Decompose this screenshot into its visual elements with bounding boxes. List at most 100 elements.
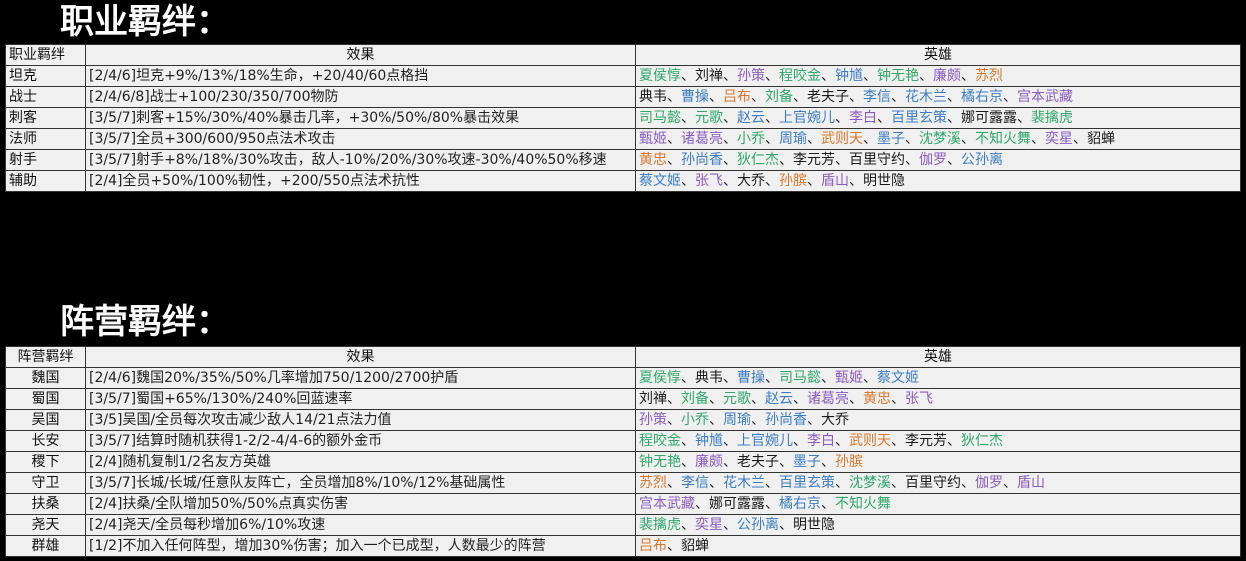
hero-name: 明世隐 — [793, 517, 835, 533]
separator: 、 — [1003, 89, 1017, 105]
hero-name: 小乔 — [737, 131, 765, 147]
bond-effect: [3/5/7]射手+8%/18%/30%攻击，敌人-10%/20%/30%攻速-… — [85, 149, 636, 171]
separator: 、 — [667, 391, 681, 407]
separator: 、 — [891, 89, 905, 105]
separator: 、 — [849, 89, 863, 105]
bond-name: 扶桑 — [5, 493, 86, 515]
separator: 、 — [849, 173, 863, 189]
bond-name: 魏国 — [5, 367, 86, 389]
separator: 、 — [947, 433, 961, 449]
hero-name: 吕布 — [639, 538, 667, 554]
bond-heroes: 刘禅、刘备、元歌、赵云、诸葛亮、黄忠、张飞 — [635, 388, 1241, 410]
bond-heroes: 苏烈、李信、花木兰、百里玄策、沈梦溪、百里守约、伽罗、盾山 — [635, 472, 1241, 494]
separator: 、 — [905, 131, 919, 147]
separator: 、 — [891, 433, 905, 449]
header-effect: 效果 — [85, 346, 636, 368]
bond-heroes: 钟无艳、廉颇、老夫子、墨子、孙膑 — [635, 451, 1241, 473]
bond-name: 蜀国 — [5, 388, 86, 410]
separator: 、 — [961, 68, 975, 84]
hero-name: 赵云 — [765, 391, 793, 407]
hero-name: 盾山 — [821, 173, 849, 189]
hero-name: 元歌 — [695, 110, 723, 126]
hero-name: 钟无艳 — [877, 68, 919, 84]
hero-name: 张飞 — [905, 391, 933, 407]
separator: 、 — [765, 173, 779, 189]
hero-name: 刘备 — [765, 89, 793, 105]
hero-name: 上官婉儿 — [737, 433, 793, 449]
bond-heroes: 甄姬、诸葛亮、小乔、周瑜、武则天、墨子、沈梦溪、不知火舞、奕星、貂蝉 — [635, 128, 1241, 150]
separator: 、 — [779, 517, 793, 533]
hero-name: 宫本武藏 — [639, 496, 695, 512]
hero-name: 孙策 — [639, 412, 667, 428]
separator: 、 — [681, 454, 695, 470]
bond-name: 守卫 — [5, 472, 86, 494]
hero-name: 老夫子 — [737, 454, 779, 470]
separator: 、 — [793, 391, 807, 407]
separator: 、 — [779, 152, 793, 168]
separator: 、 — [863, 131, 877, 147]
table-row: 长安 [3/5/7]结算时随机获得1-2/2-4/4-6的额外金币 程咬金、钟馗、上… — [5, 430, 1241, 452]
hero-name: 程咬金 — [779, 68, 821, 84]
hero-name: 蔡文姬 — [877, 370, 919, 386]
table-row: 吴国 [3/5]吴国/全员每次攻击减少敌人14/21点法力值 孙策、小乔、周瑜、孙尚… — [5, 409, 1241, 431]
hero-name: 赵云 — [737, 110, 765, 126]
bond-effect: [2/4]扶桑/全队增加50%/50%点真实伤害 — [85, 493, 636, 515]
hero-name: 大乔 — [737, 173, 765, 189]
hero-name: 李白 — [807, 433, 835, 449]
hero-name: 李信 — [681, 475, 709, 491]
class-bonds-title: 职业羁绊： — [60, 2, 230, 42]
bond-heroes: 裴擒虎、奕星、公孙离、明世隐 — [635, 514, 1241, 536]
separator: 、 — [667, 412, 681, 428]
separator: 、 — [765, 475, 779, 491]
separator: 、 — [835, 152, 849, 168]
separator: 、 — [807, 412, 821, 428]
hero-name: 沈梦溪 — [919, 131, 961, 147]
separator: 、 — [1003, 475, 1017, 491]
hero-name: 钟馗 — [835, 68, 863, 84]
hero-name: 李元芳 — [905, 433, 947, 449]
separator: 、 — [667, 152, 681, 168]
bond-effect: [2/4]尧天/全员每秒增加6%/10%攻速 — [85, 514, 636, 536]
hero-name: 诸葛亮 — [681, 131, 723, 147]
table-row: 稷下 [2/4]随机复制1/2名友方英雄 钟无艳、廉颇、老夫子、墨子、孙膑 — [5, 451, 1241, 473]
separator: 、 — [667, 89, 681, 105]
separator: 、 — [765, 131, 779, 147]
separator: 、 — [1073, 131, 1087, 147]
bond-heroes: 司马懿、元歌、赵云、上官婉儿、李白、百里玄策、娜可露露、裴擒虎 — [635, 107, 1241, 129]
hero-name: 甄姬 — [835, 370, 863, 386]
hero-name: 娜可露露 — [709, 496, 765, 512]
bond-effect: [3/5]吴国/全员每次攻击减少敌人14/21点法力值 — [85, 409, 636, 431]
hero-name: 李信 — [863, 89, 891, 105]
hero-name: 孙尚香 — [765, 412, 807, 428]
hero-name: 小乔 — [681, 412, 709, 428]
hero-name: 百里玄策 — [891, 110, 947, 126]
separator: 、 — [835, 110, 849, 126]
bond-heroes: 黄忠、孙尚香、狄仁杰、李元芳、百里守约、伽罗、公孙离 — [635, 149, 1241, 171]
bond-effect: [2/4]全员+50%/100%韧性，+200/550点法术抗性 — [85, 170, 636, 192]
header-bond: 阵营羁绊 — [5, 346, 86, 368]
separator: 、 — [723, 173, 737, 189]
hero-name: 百里守约 — [905, 475, 961, 491]
table-row: 战士 [2/4/6/8]战士+100/230/350/700物防 典韦、曹操、吕布、… — [5, 86, 1241, 108]
separator: 、 — [849, 391, 863, 407]
separator: 、 — [723, 517, 737, 533]
separator: 、 — [667, 538, 681, 554]
hero-name: 百里玄策 — [779, 475, 835, 491]
separator: 、 — [751, 391, 765, 407]
separator: 、 — [947, 89, 961, 105]
hero-name: 曹操 — [737, 370, 765, 386]
separator: 、 — [821, 370, 835, 386]
separator: 、 — [765, 370, 779, 386]
hero-name: 甄姬 — [639, 131, 667, 147]
separator: 、 — [667, 131, 681, 147]
hero-name: 廉颇 — [695, 454, 723, 470]
bond-name: 法师 — [5, 128, 86, 150]
bond-effect: [1/2]不加入任何阵型，增加30%伤害；加入一个已成型，人数最少的阵营 — [85, 535, 636, 557]
separator: 、 — [919, 68, 933, 84]
hero-name: 橘右京 — [779, 496, 821, 512]
separator: 、 — [793, 89, 807, 105]
hero-name: 诸葛亮 — [807, 391, 849, 407]
bond-effect: [2/4/6]魏国20%/35%/50%几率增加750/1200/2700护盾 — [85, 367, 636, 389]
table-row: 守卫 [3/5/7]长城/长城/任意队友阵亡，全员增加8%/10%/12%基础属性… — [5, 472, 1241, 494]
separator: 、 — [821, 496, 835, 512]
